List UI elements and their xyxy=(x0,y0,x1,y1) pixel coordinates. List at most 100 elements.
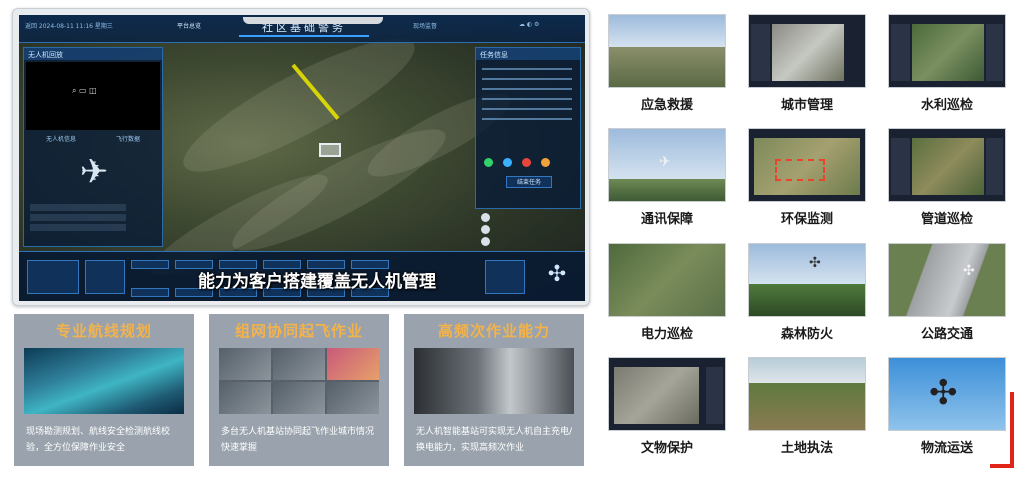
direction-pad[interactable] xyxy=(27,260,79,294)
action-button[interactable] xyxy=(131,288,169,297)
scenario-tile-environment[interactable]: 环保监测 xyxy=(748,128,866,228)
video-subtitle: 能力为客户搭建覆盖无人机管理 xyxy=(198,272,436,292)
side2 xyxy=(706,366,723,425)
sky xyxy=(609,15,725,48)
scenario-tile-pipeline[interactable]: 管道巡检 xyxy=(888,128,1006,228)
scenario-label: 公路交通 xyxy=(920,327,973,342)
ground xyxy=(609,244,725,316)
side xyxy=(891,23,910,82)
map xyxy=(772,23,845,82)
tab-platform-overview[interactable]: 平台总览 xyxy=(177,21,201,30)
scenario-label: 水利巡检 xyxy=(920,98,973,113)
status-dot-orange xyxy=(541,158,550,167)
left-tabs: 无人机信息 飞行数据 xyxy=(26,134,160,146)
route-planning-image xyxy=(24,348,184,414)
drone-info-row xyxy=(30,204,126,211)
replay-video[interactable]: ⌕ ▭ ◫ xyxy=(26,62,160,130)
left-panel: 无人机回放 ⌕ ▭ ◫ 无人机信息 飞行数据 ✈ xyxy=(23,47,163,247)
grid-thumbnail xyxy=(219,382,271,414)
end-task-button[interactable]: 结束任务 xyxy=(506,176,552,188)
ground xyxy=(749,383,865,430)
feature-card-route-planning: 专业航线规划 现场勘测规划、航线安全检测航线校验，全方位保障作业安全 xyxy=(14,314,194,466)
drone-icon: ✣ xyxy=(929,373,958,413)
layer-icon[interactable] xyxy=(481,237,490,246)
scenario-label: 电力巡检 xyxy=(640,327,693,342)
dashboard-screen: 返回 2024-08-11 11:16 星期三 平台总览 社区基础警务 现场监督… xyxy=(19,15,585,301)
scenario-image xyxy=(748,128,866,202)
feature-title: 组网协同起飞作业 xyxy=(234,322,363,340)
drone-hangar-marker[interactable] xyxy=(319,143,341,157)
right-panel-title: 任务信息 xyxy=(476,48,580,60)
scenario-tile-emergency-rescue[interactable]: 应急救援 xyxy=(608,14,726,114)
scenario-image xyxy=(748,14,866,88)
task-info-row xyxy=(482,98,572,100)
red-corner-accent xyxy=(990,392,1014,468)
feature-description: 多台无人机基站协同起飞作业城市情况快速掌握 xyxy=(221,427,375,453)
task-info-row xyxy=(482,78,572,80)
scenario-tile-forest-fire[interactable]: ✣ 森林防火 xyxy=(748,243,866,343)
scenario-label: 管道巡检 xyxy=(920,212,973,227)
dark-ui xyxy=(749,15,865,87)
dark-ui xyxy=(889,129,1005,201)
gimbal-control[interactable] xyxy=(485,260,525,294)
topbar-datetime: 返回 2024-08-11 11:16 星期三 xyxy=(25,23,113,30)
drone-base-station-image xyxy=(414,348,574,414)
grid-thumbnail xyxy=(219,348,271,380)
mode-button[interactable] xyxy=(131,260,169,269)
scenario-tile-land-enforcement[interactable]: 土地执法 xyxy=(748,357,866,457)
scenario-image xyxy=(748,357,866,431)
ground xyxy=(889,244,1005,316)
drone-icon: ✈ xyxy=(659,154,671,170)
grid-thumbnail xyxy=(273,382,325,414)
scenario-tile-logistics[interactable]: ✣ 物流运送 xyxy=(888,357,1006,457)
side xyxy=(751,23,770,82)
sky xyxy=(749,244,865,284)
scenario-label: 城市管理 xyxy=(780,98,833,113)
scenario-tile-communication[interactable]: ✈ 通讯保障 xyxy=(608,128,726,228)
scenario-image xyxy=(888,128,1006,202)
tab-flight-data[interactable]: 飞行数据 xyxy=(116,134,140,146)
grid-thumbnail xyxy=(327,382,379,414)
scenario-image: ✣ xyxy=(888,243,1006,317)
status-dot-green xyxy=(484,158,493,167)
task-info-row xyxy=(482,108,572,110)
task-info-row xyxy=(482,118,572,120)
scenario-image xyxy=(608,357,726,431)
map xyxy=(912,23,985,82)
scenario-tile-highway[interactable]: ✣ 公路交通 xyxy=(888,243,1006,343)
task-info-row xyxy=(482,68,572,70)
status-indicators xyxy=(484,158,550,167)
map xyxy=(613,366,700,425)
networked-takeoff-image-grid xyxy=(219,348,379,414)
tab-drone-info[interactable]: 无人机信息 xyxy=(46,134,76,146)
scenario-image: ✣ xyxy=(748,243,866,317)
scenario-tile-power-inspection[interactable]: 电力巡检 xyxy=(608,243,726,343)
altitude-control[interactable] xyxy=(85,260,125,294)
map-tools xyxy=(481,213,491,247)
right-panel: 任务信息 结束任务 xyxy=(475,47,581,209)
weather-icon: ☁ ◐ ⚙ xyxy=(519,21,540,28)
scenario-label: 通讯保障 xyxy=(640,212,693,227)
drone-model-icon: ✈ xyxy=(79,152,109,192)
tab-site-supervision[interactable]: 现场监督 xyxy=(413,21,437,30)
grid-thumbnail xyxy=(273,348,325,380)
scenario-image xyxy=(608,14,726,88)
zoom-in-icon[interactable] xyxy=(481,213,490,222)
status-dot-blue xyxy=(503,158,512,167)
monitor-notch xyxy=(243,17,383,24)
dark-ui xyxy=(889,15,1005,87)
sky xyxy=(749,358,865,384)
scenario-tile-heritage[interactable]: 文物保护 xyxy=(608,357,726,457)
scenario-label: 土地执法 xyxy=(780,441,833,456)
ground xyxy=(609,47,725,87)
side xyxy=(891,137,910,196)
zoom-out-icon[interactable] xyxy=(481,225,490,234)
scenario-label: 应急救援 xyxy=(640,98,693,113)
feature-card-high-frequency: 高频次作业能力 无人机智能基站可实现无人机自主充电/换电能力，实现高频次作业 xyxy=(404,314,584,466)
scenario-tile-water-inspection[interactable]: 水利巡检 xyxy=(888,14,1006,114)
grid-thumbnail xyxy=(327,348,379,380)
drone-icon: ✣ xyxy=(809,255,821,271)
scenario-image: ✣ xyxy=(888,357,1006,431)
left-panel-title: 无人机回放 xyxy=(24,48,162,60)
scenario-tile-city-management[interactable]: 城市管理 xyxy=(748,14,866,114)
